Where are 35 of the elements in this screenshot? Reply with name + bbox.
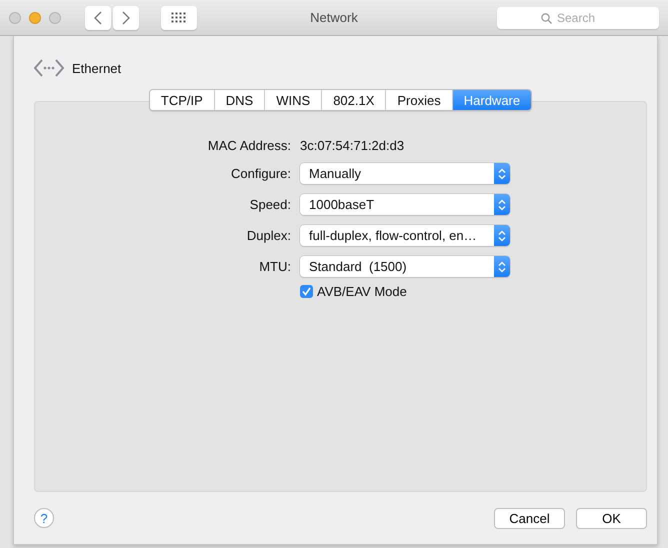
chevron-updown-icon [498,230,506,242]
cancel-button[interactable]: Cancel [494,508,565,528]
help-button[interactable]: ? [34,508,54,528]
tab[interactable]: 802.1X [321,90,386,110]
tab[interactable]: WINS [264,90,322,110]
checkbox[interactable] [300,285,313,298]
network-icon [34,58,64,78]
popup-menu[interactable]: full-duplex, flow-control, en… [300,225,510,246]
popup-menu[interactable]: Standard (1500) [300,256,510,277]
field-label: MAC Address: [206,138,291,153]
tab[interactable]: DNS [214,90,264,110]
show-all-button[interactable] [161,6,197,30]
field-label: Configure: [230,166,291,181]
chevron-right-icon [122,10,130,24]
field-label: MTU: [258,259,291,274]
search-field[interactable]: Search [497,6,659,28]
field-label: Speed: [248,197,291,212]
interface-name: Ethernet [72,60,122,76]
popup-menu[interactable]: Manually [300,163,510,184]
chevron-updown-icon [498,198,506,210]
ok-button[interactable]: OK [576,508,647,528]
chevron-left-icon [94,10,102,24]
mac-address: 3c:07:54:71:2d:d3 [300,138,406,153]
forward-button[interactable] [113,6,139,30]
window-title: Network [310,10,358,25]
back-button[interactable] [85,6,111,30]
window-control[interactable] [29,12,41,24]
grid-icon [171,12,187,24]
field-label: Duplex: [246,228,291,243]
avb-checkbox[interactable]: AVB/EAV Mode [300,284,510,299]
chevron-updown-icon [498,168,506,180]
tab[interactable]: TCP/IP [150,90,214,110]
tab[interactable]: Proxies [385,90,452,110]
chevron-updown-icon [498,260,506,272]
popup-menu[interactable]: 1000baseT [300,194,510,215]
